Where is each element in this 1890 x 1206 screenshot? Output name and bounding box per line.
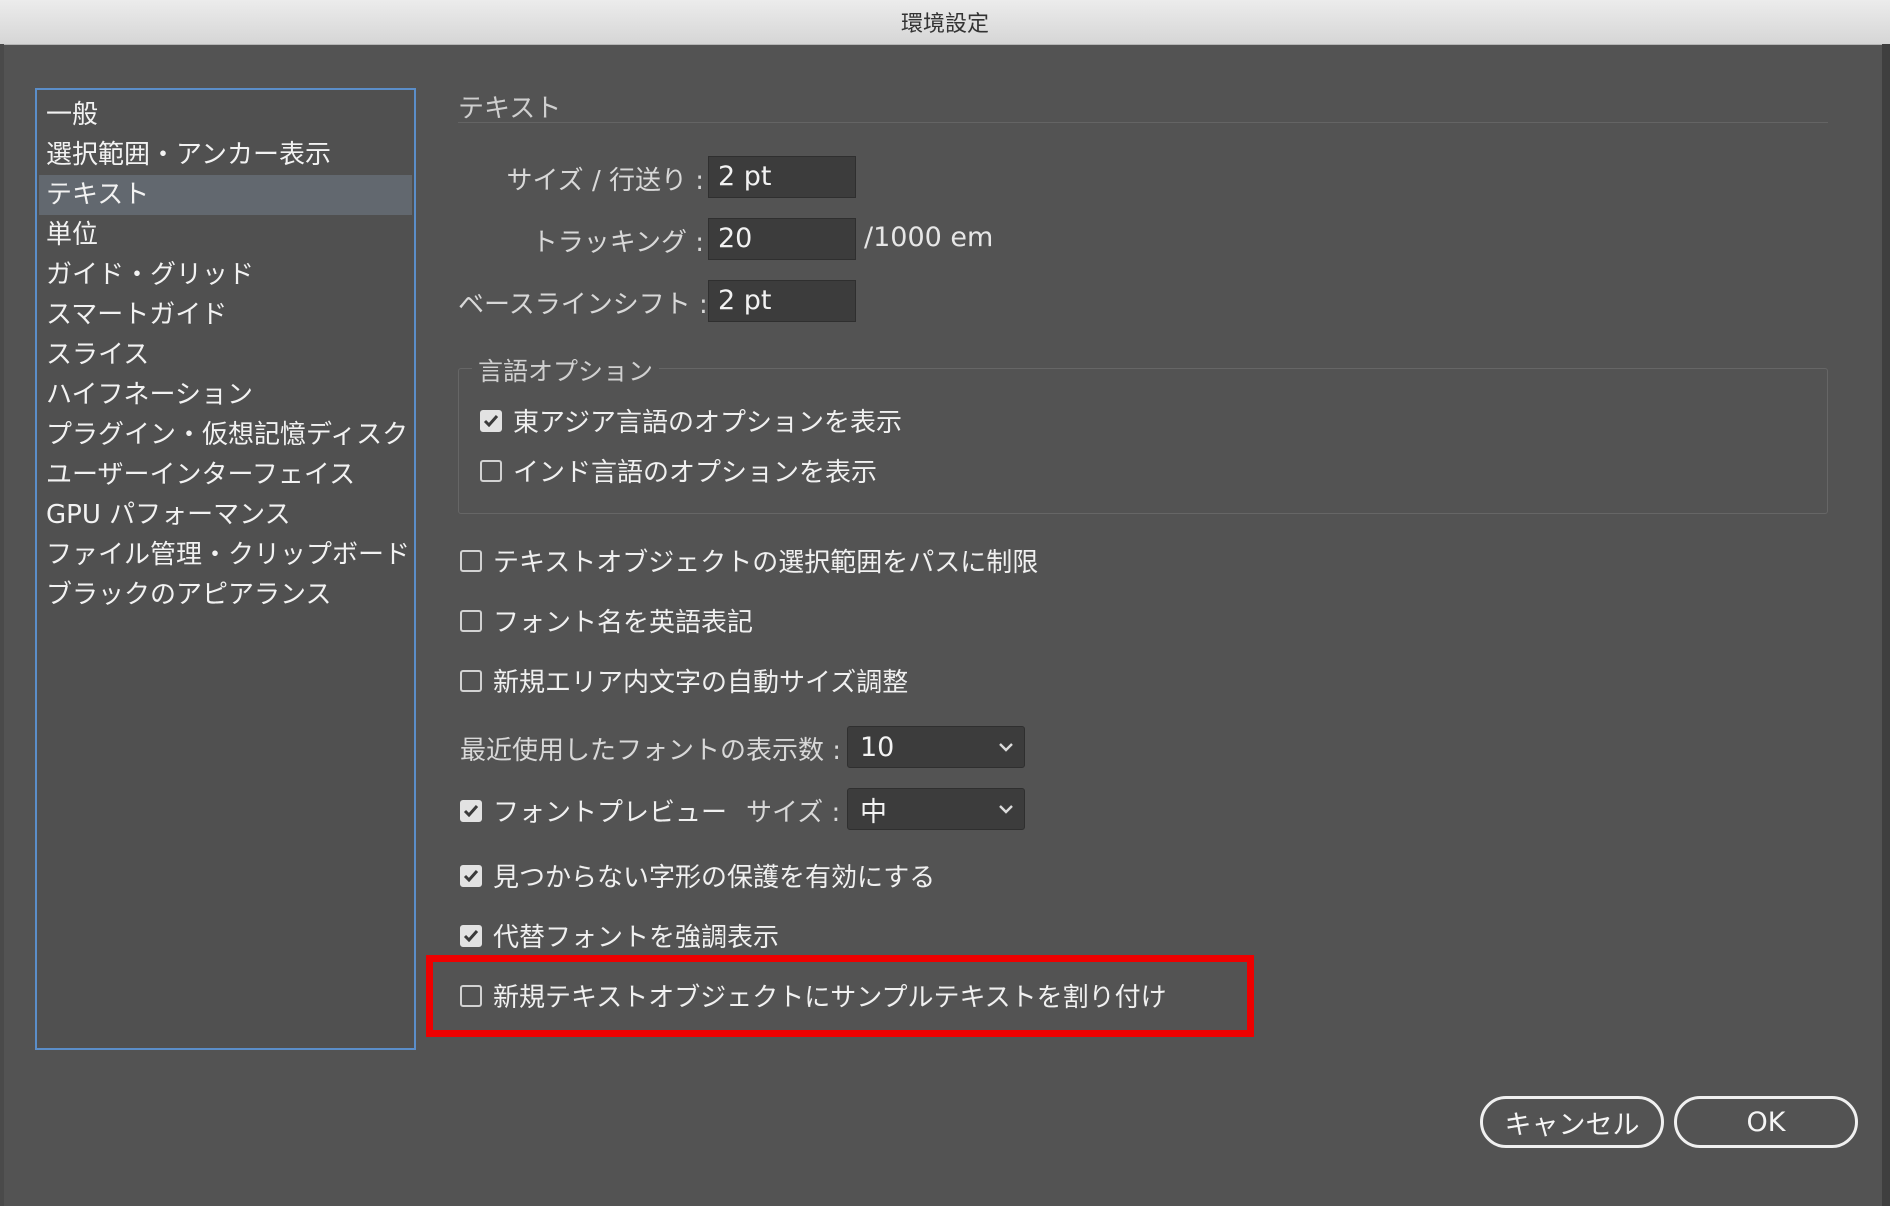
sidebar-item-gpu-performance[interactable]: GPU パフォーマンス — [37, 495, 414, 535]
baseline-shift-field[interactable]: 2 pt — [708, 280, 856, 322]
language-options-group — [458, 368, 1828, 514]
fill-placeholder-label: 新規テキストオブジェクトにサンプルテキストを割り付け — [493, 983, 1167, 1013]
auto-size-area-checkbox[interactable] — [460, 669, 482, 692]
sidebar-item-user-interface[interactable]: ユーザーインターフェイス — [37, 455, 414, 495]
category-list[interactable]: 一般 選択範囲・アンカー表示 テキスト 単位 ガイド・グリッド スマートガイド … — [35, 88, 416, 1050]
protect-missing-glyphs-checkbox[interactable] — [460, 864, 482, 887]
english-font-names-checkbox[interactable] — [460, 609, 482, 632]
auto-size-area-row[interactable]: 新規エリア内文字の自動サイズ調整 — [460, 662, 908, 699]
restrict-selection-checkbox[interactable] — [460, 549, 482, 572]
auto-size-area-label: 新規エリア内文字の自動サイズ調整 — [493, 668, 909, 698]
recent-fonts-value: 10 — [860, 731, 895, 763]
protect-missing-glyphs-row[interactable]: 見つからない字形の保護を有効にする — [460, 857, 935, 894]
section-divider — [458, 122, 1828, 123]
highlight-substituted-label: 代替フォントを強調表示 — [493, 923, 780, 953]
protect-missing-glyphs-label: 見つからない字形の保護を有効にする — [493, 863, 936, 893]
highlight-substituted-checkbox[interactable] — [460, 924, 482, 947]
size-leading-label: サイズ / 行送り : — [506, 166, 704, 196]
sidebar-item-slices[interactable]: スライス — [37, 335, 414, 375]
sidebar-item-selection-anchor[interactable]: 選択範囲・アンカー表示 — [37, 135, 414, 175]
east-asian-options-checkbox[interactable] — [480, 409, 502, 432]
indic-options-row[interactable]: インド言語のオプションを表示 — [480, 452, 877, 489]
language-options-title: 言語オプション — [472, 352, 660, 388]
tracking-unit: /1000 em — [864, 222, 994, 253]
baseline-shift-label: ベースラインシフト : — [458, 290, 708, 320]
recent-fonts-label: 最近使用したフォントの表示数 : — [460, 736, 842, 766]
section-title: テキスト — [458, 94, 562, 124]
chevron-down-icon — [999, 743, 1013, 752]
sidebar-item-file-handling[interactable]: ファイル管理・クリップボード — [37, 535, 414, 575]
cancel-button[interactable]: キャンセル — [1480, 1096, 1664, 1148]
chevron-down-icon — [999, 805, 1013, 814]
checkmark-icon — [463, 870, 479, 882]
fill-placeholder-checkbox[interactable] — [460, 984, 482, 1007]
sidebar-item-smart-guides[interactable]: スマートガイド — [37, 295, 414, 335]
checkmark-icon — [463, 805, 479, 817]
checkmark-icon — [483, 415, 499, 427]
window-edge-left — [0, 44, 4, 1206]
sidebar-item-hyphenation[interactable]: ハイフネーション — [37, 375, 414, 415]
ok-button[interactable]: OK — [1674, 1096, 1858, 1148]
recent-fonts-select[interactable]: 10 — [847, 726, 1025, 768]
tracking-label: トラッキング : — [531, 228, 704, 258]
font-preview-label: フォントプレビュー — [493, 798, 728, 828]
size-leading-field[interactable]: 2 pt — [708, 156, 856, 198]
east-asian-options-label: 東アジア言語のオプションを表示 — [513, 408, 902, 438]
restrict-selection-label: テキストオブジェクトの選択範囲をパスに制限 — [493, 548, 1039, 578]
checkmark-icon — [463, 930, 479, 942]
window-title: 環境設定 — [900, 12, 989, 37]
sidebar-item-guides-grid[interactable]: ガイド・グリッド — [37, 255, 414, 295]
sidebar-item-type[interactable]: テキスト — [39, 175, 412, 215]
english-font-names-label: フォント名を英語表記 — [493, 608, 754, 638]
font-preview-checkbox[interactable] — [460, 799, 482, 822]
window-edge-right — [1882, 44, 1890, 1206]
font-preview-size-label: サイズ : — [746, 798, 841, 828]
tracking-field[interactable]: 20 — [708, 218, 856, 260]
english-font-names-row[interactable]: フォント名を英語表記 — [460, 602, 753, 639]
sidebar-item-general[interactable]: 一般 — [37, 95, 414, 135]
east-asian-options-row[interactable]: 東アジア言語のオプションを表示 — [480, 402, 902, 439]
indic-options-checkbox[interactable] — [480, 459, 502, 482]
font-preview-size-value: 中 — [860, 796, 887, 828]
title-bar: 環境設定 — [0, 0, 1890, 45]
indic-options-label: インド言語のオプションを表示 — [513, 458, 878, 488]
font-preview-size-select[interactable]: 中 — [847, 788, 1025, 830]
sidebar-item-plugins-scratch[interactable]: プラグイン・仮想記憶ディスク — [37, 415, 414, 455]
fill-placeholder-row[interactable]: 新規テキストオブジェクトにサンプルテキストを割り付け — [460, 977, 1167, 1014]
font-preview-row[interactable]: フォントプレビュー — [460, 792, 727, 829]
sidebar-item-black-appearance[interactable]: ブラックのアピアランス — [37, 575, 414, 615]
restrict-selection-row[interactable]: テキストオブジェクトの選択範囲をパスに制限 — [460, 542, 1038, 579]
sidebar-item-units[interactable]: 単位 — [37, 215, 414, 255]
highlight-substituted-row[interactable]: 代替フォントを強調表示 — [460, 917, 779, 954]
